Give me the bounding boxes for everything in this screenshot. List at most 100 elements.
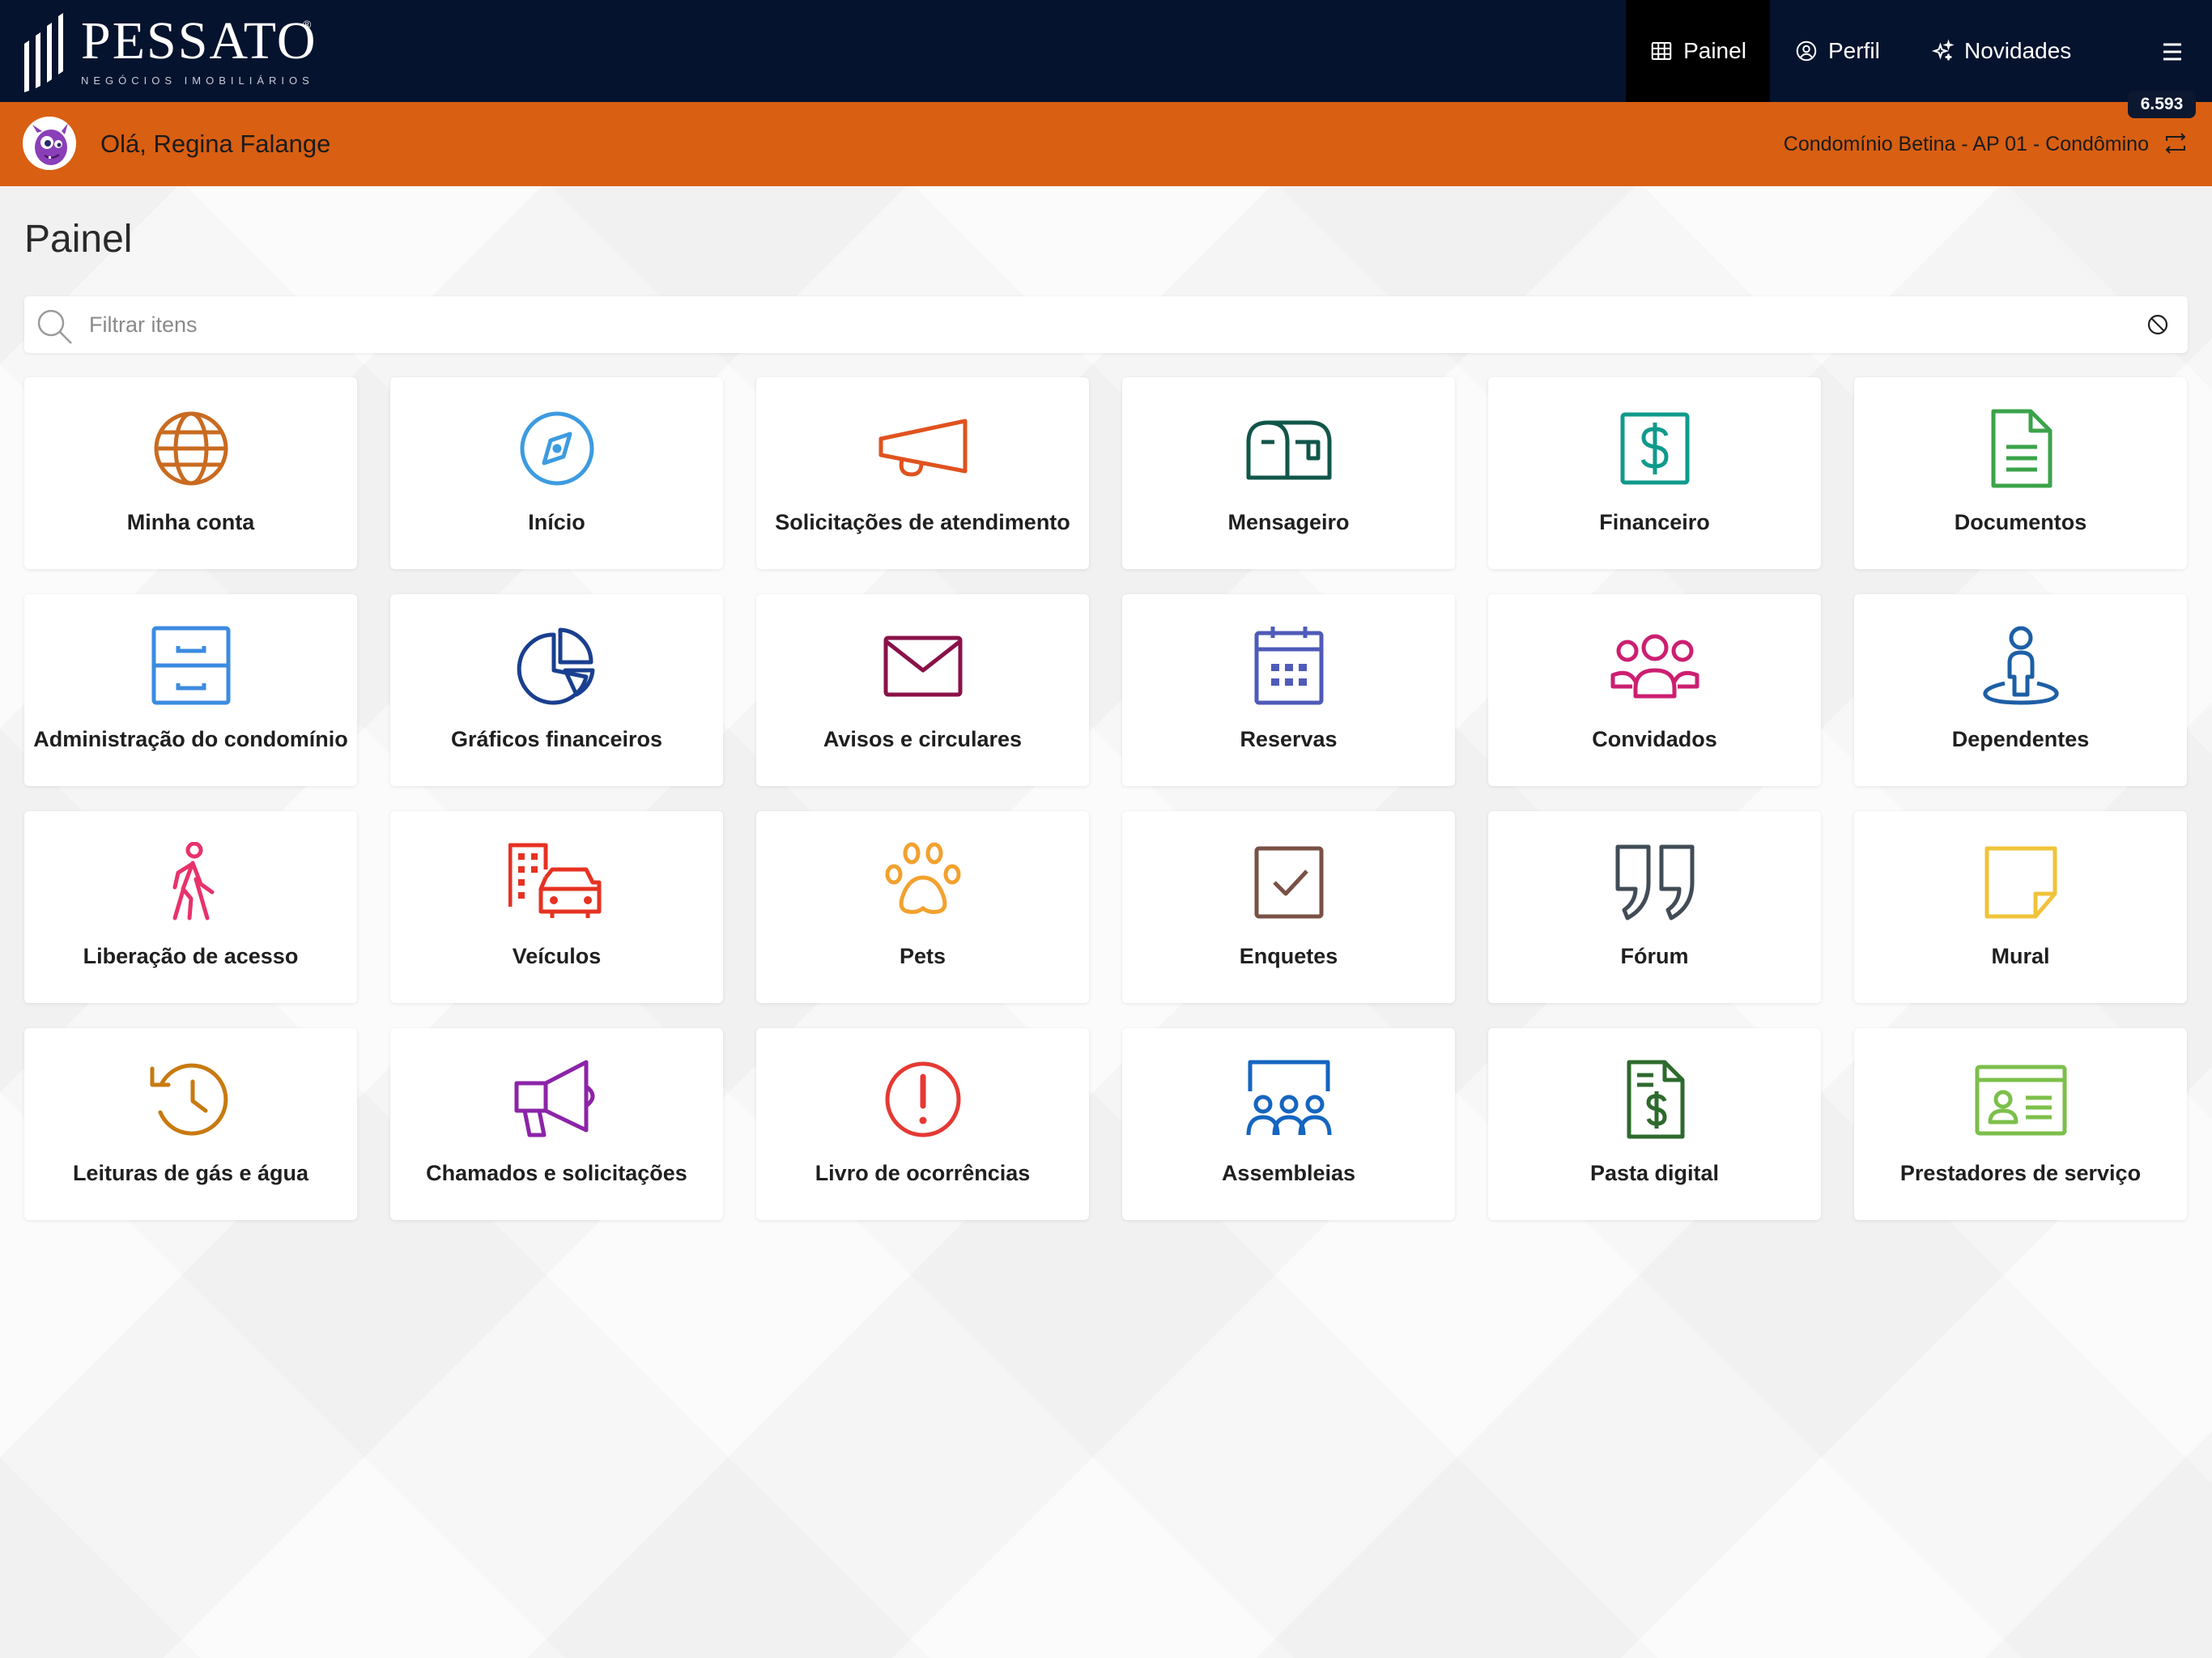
tile-label: Mural — [1991, 944, 2050, 968]
tile-convidados[interactable]: Convidados — [1488, 594, 1821, 786]
user-greeting: Olá, Regina Falange — [100, 130, 331, 158]
tile-label: Solicitações de atendimento — [775, 510, 1070, 534]
search-icon — [37, 309, 72, 344]
user-circle-icon — [1796, 40, 1817, 62]
filter-bar — [24, 296, 2188, 353]
nav-perfil-label: Perfil — [1828, 38, 1880, 63]
tile-minha-conta[interactable]: Minha conta — [24, 377, 357, 569]
tile-label: Livro de ocorrências — [815, 1161, 1031, 1185]
tile-label: Leituras de gás e água — [72, 1161, 309, 1185]
brand-registered-mark: ® — [303, 18, 312, 31]
compass-icon — [508, 408, 606, 489]
monster-avatar-icon — [23, 117, 76, 170]
person-pin-icon — [1972, 625, 2069, 706]
unit-selector-label[interactable]: Condomínio Betina - AP 01 - Condômino — [1784, 133, 2149, 156]
checkbox-icon — [1240, 842, 1338, 923]
brand-name: PESSATO — [81, 11, 317, 70]
tile-financeiro[interactable]: Financeiro — [1488, 377, 1821, 569]
globe-icon — [143, 408, 240, 489]
tile-inicio[interactable]: Início — [390, 377, 723, 569]
nav-novidades[interactable]: Novidades — [1930, 0, 2071, 102]
tile-label: Documentos — [1954, 510, 2087, 534]
tile-label: Liberação de acesso — [83, 944, 299, 968]
tile-label: Financeiro — [1599, 510, 1710, 534]
sparkles-icon — [1931, 39, 1955, 61]
envelope-icon — [874, 625, 972, 706]
tile-label: Veículos — [512, 944, 602, 968]
paw-icon — [874, 842, 972, 923]
alert-circle-icon — [874, 1059, 972, 1140]
tile-label: Mensageiro — [1227, 510, 1350, 534]
tile-label: Pets — [899, 944, 946, 968]
tile-forum[interactable]: Fórum — [1488, 811, 1821, 1003]
tile-label: Avisos e circulares — [823, 727, 1023, 751]
tile-label: Chamados e solicitações — [426, 1161, 687, 1185]
quote-icon — [1606, 842, 1704, 923]
tile-dependentes[interactable]: Dependentes — [1854, 594, 2187, 786]
mailbox-icon — [1240, 408, 1338, 489]
tile-enquetes[interactable]: Enquetes — [1122, 811, 1455, 1003]
sticky-note-icon — [1972, 842, 2069, 923]
hamburger-menu-icon[interactable] — [2160, 40, 2184, 63]
tile-pets[interactable]: Pets — [756, 811, 1089, 1003]
tile-label: Assembleias — [1221, 1161, 1356, 1185]
cabinet-icon — [143, 625, 240, 706]
city-car-icon — [508, 842, 606, 923]
tile-livro-ocorrencias[interactable]: Livro de ocorrências — [756, 1028, 1089, 1220]
pie-chart-icon — [508, 625, 606, 706]
avatar[interactable] — [23, 117, 76, 170]
tile-avisos-circulares[interactable]: Avisos e circulares — [756, 594, 1089, 786]
group-icon — [1606, 625, 1704, 706]
tile-label: Dependentes — [1951, 727, 2090, 751]
invoice-icon — [1606, 1059, 1704, 1140]
tile-chamados-solicitacoes[interactable]: Chamados e solicitações — [390, 1028, 723, 1220]
document-icon — [1972, 408, 2069, 489]
logo-bars-icon — [24, 13, 63, 92]
nav-novidades-label: Novidades — [1964, 38, 2072, 63]
tile-label: Prestadores de serviço — [1899, 1161, 2142, 1185]
filter-items-input[interactable] — [89, 296, 2129, 353]
tile-label: Reservas — [1240, 727, 1338, 751]
nav-painel-label: Painel — [1683, 38, 1746, 63]
assembly-icon — [1240, 1059, 1338, 1140]
tile-documentos[interactable]: Documentos — [1854, 377, 2187, 569]
notification-count-badge: 6.593 — [2128, 91, 2196, 118]
dollar-square-icon — [1606, 408, 1704, 489]
megaphone-outline-icon — [874, 408, 972, 489]
nav-painel[interactable]: Painel — [1626, 0, 1770, 102]
tile-administracao-condominio[interactable]: Administração do condomínio — [24, 594, 357, 786]
tile-label: Gráficos financeiros — [450, 727, 663, 751]
tile-mensageiro[interactable]: Mensageiro — [1122, 377, 1455, 569]
tile-reservas[interactable]: Reservas — [1122, 594, 1455, 786]
tile-assembleias[interactable]: Assembleias — [1122, 1028, 1455, 1220]
tile-label: Fórum — [1620, 944, 1689, 968]
tile-liberacao-acesso[interactable]: Liberação de acesso — [24, 811, 357, 1003]
tile-veiculos[interactable]: Veículos — [390, 811, 723, 1003]
user-bar: Olá, Regina Falange Condomínio Betina - … — [0, 102, 2212, 186]
nav-perfil[interactable]: Perfil — [1794, 0, 1880, 102]
tile-label: Minha conta — [126, 510, 255, 534]
id-card-icon — [1972, 1059, 2069, 1140]
tile-mural[interactable]: Mural — [1854, 811, 2187, 1003]
tile-graficos-financeiros[interactable]: Gráficos financeiros — [390, 594, 723, 786]
tile-solicitacoes-atendimento[interactable]: Solicitações de atendimento — [756, 377, 1089, 569]
swap-unit-icon[interactable] — [2162, 131, 2189, 155]
tile-label: Pasta digital — [1589, 1161, 1720, 1185]
top-navbar: PESSATO ® NEGÓCIOS IMOBILIÁRIOS Painel P… — [0, 0, 2212, 102]
history-icon — [143, 1059, 240, 1140]
brand-logo[interactable]: PESSATO ® NEGÓCIOS IMOBILIÁRIOS — [21, 11, 329, 92]
walking-icon — [143, 841, 240, 923]
tile-label: Convidados — [1592, 727, 1717, 751]
tile-label: Início — [528, 510, 585, 534]
page-title: Painel — [24, 218, 133, 261]
bullhorn-icon — [508, 1059, 606, 1140]
dashboard-grid: Minha conta Início Solicitações de atend… — [24, 377, 2188, 1220]
tile-pasta-digital[interactable]: Pasta digital — [1488, 1028, 1821, 1220]
tile-prestadores-servico[interactable]: Prestadores de serviço — [1854, 1028, 2187, 1220]
tile-label: Administração do condomínio — [33, 727, 348, 751]
tile-label: Enquetes — [1239, 944, 1338, 968]
tile-leituras-gas-agua[interactable]: Leituras de gás e água — [24, 1028, 357, 1220]
clear-filter-icon[interactable] — [2146, 312, 2170, 337]
calendar-icon — [1240, 625, 1338, 706]
grid-table-icon — [1651, 42, 1672, 60]
